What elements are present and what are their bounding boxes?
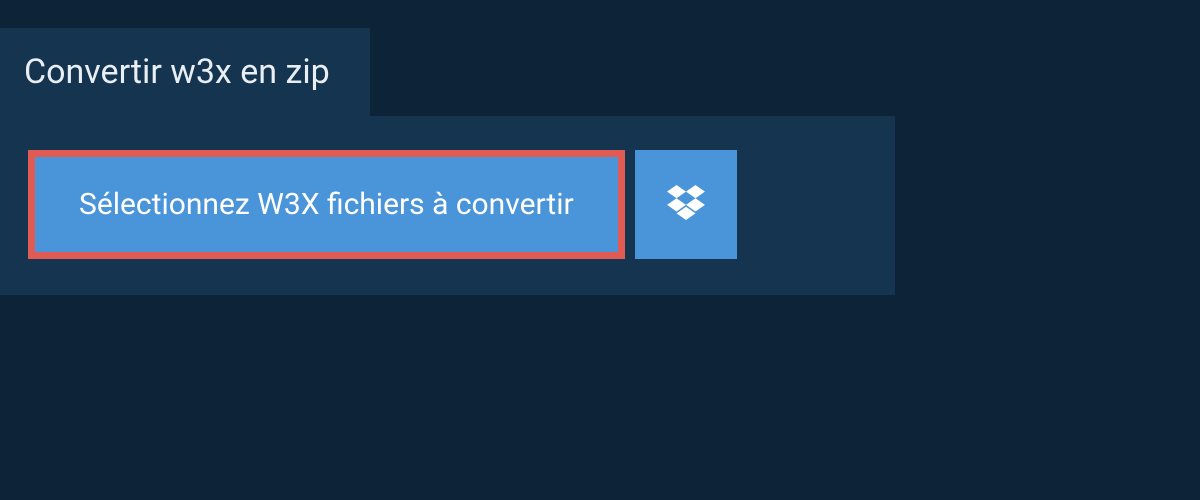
dropbox-button[interactable] [635,150,737,259]
upload-panel: Sélectionnez W3X fichiers à convertir [0,116,895,295]
page-title: Convertir w3x en zip [24,52,330,92]
button-row: Sélectionnez W3X fichiers à convertir [28,150,867,259]
tab-header: Convertir w3x en zip [0,28,370,116]
select-files-button[interactable]: Sélectionnez W3X fichiers à convertir [28,150,625,259]
dropbox-icon [667,185,705,225]
